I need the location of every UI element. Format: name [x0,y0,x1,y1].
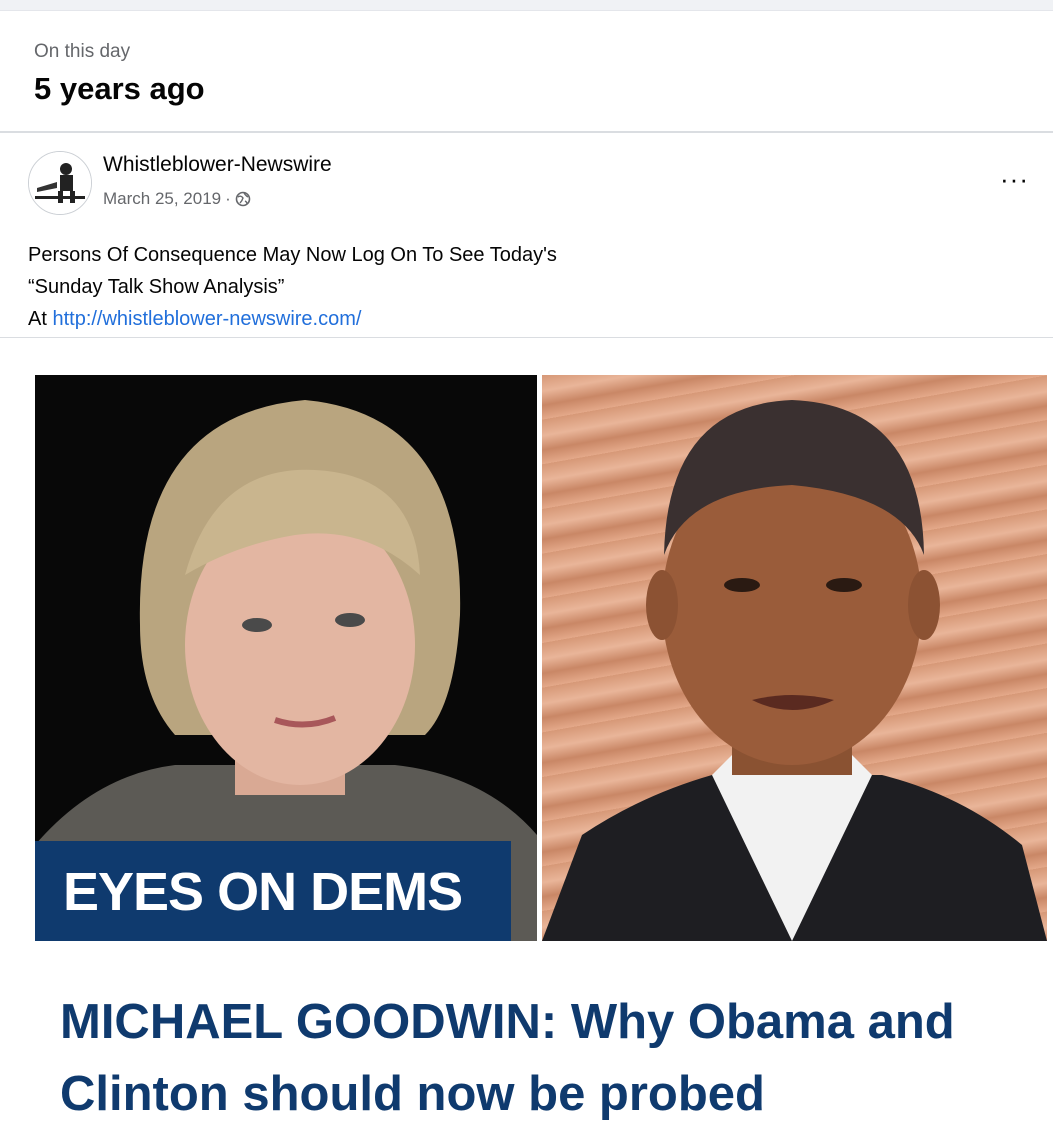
post-text-prefix: At [28,308,53,330]
post-text-line: “Sunday Talk Show Analysis” [28,276,285,298]
post-text: Persons Of Consequence May Now Log On To… [28,239,557,335]
memory-card: On this day 5 years ago Whistleblower-Ne… [0,10,1053,1133]
caption-text: EYES ON DEMS [63,862,463,922]
memory-header: On this day 5 years ago [34,41,205,107]
meta-separator: · [225,189,231,208]
link-headline[interactable]: MICHAEL GOODWIN: Why Obama and Clinton s… [60,986,1035,1130]
avatar-logo-icon [29,152,91,214]
memory-title: 5 years ago [34,71,205,106]
page-avatar[interactable] [28,151,92,215]
more-options-button[interactable]: ··· [1000,166,1029,192]
post-text-line: At http://whistleblower-newswire.com/ [28,303,557,335]
link-preview-image[interactable]: EYES ON DEMS [35,375,1047,941]
photo-right-panel [542,375,1047,941]
divider [0,337,1053,338]
memory-kicker: On this day [34,41,131,62]
post-text-line: Persons Of Consequence May Now Log On To… [28,244,557,266]
post-link[interactable]: http://whistleblower-newswire.com/ [52,308,361,330]
caption-banner: EYES ON DEMS [35,841,511,941]
post-date[interactable]: March 25, 2019 [103,189,221,209]
post-meta: March 25, 2019 · [103,189,251,209]
portrait-man-icon [542,400,1047,941]
divider [0,131,1053,133]
photo-left-panel: EYES ON DEMS [35,375,537,941]
globe-icon [235,191,251,207]
page-name[interactable]: Whistleblower-Newswire [103,153,332,177]
